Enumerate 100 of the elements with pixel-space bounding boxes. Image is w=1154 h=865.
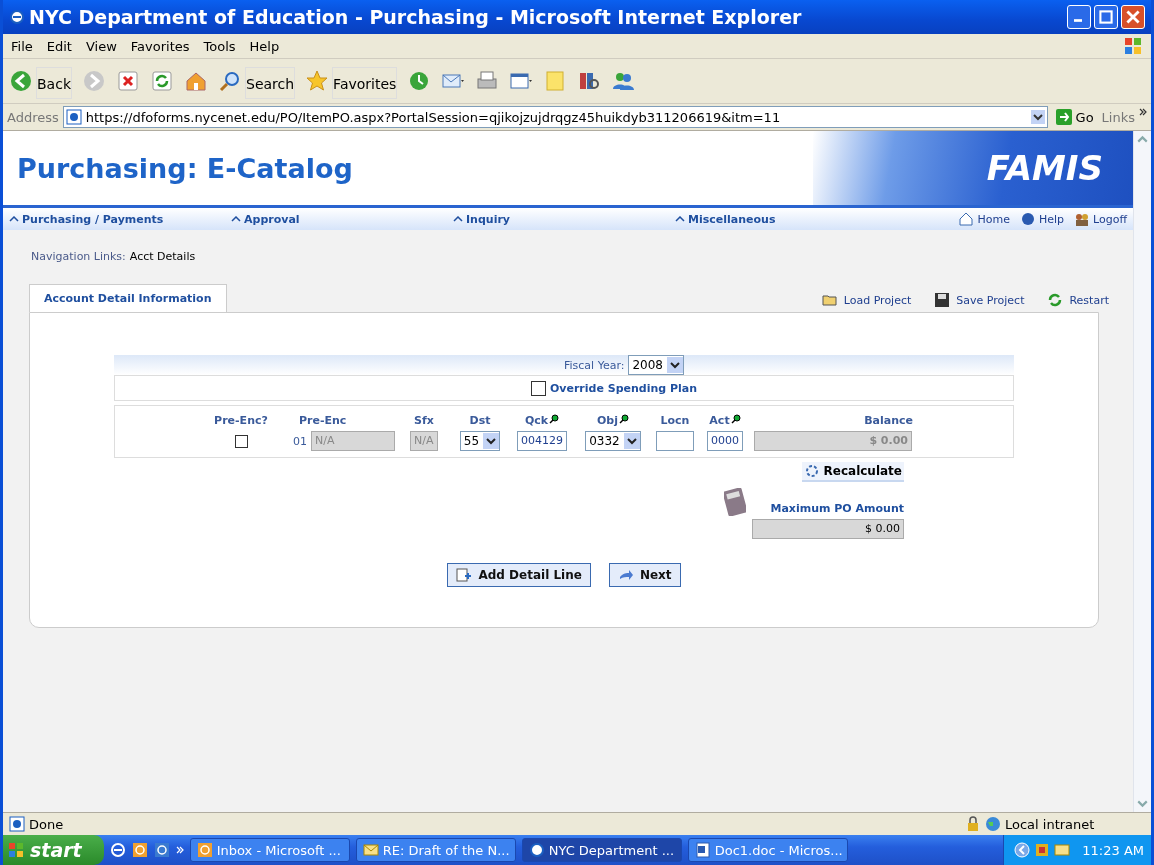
nav-menu-item[interactable]: Purchasing / Payments (22, 212, 164, 226)
page-icon (9, 816, 25, 832)
fiscal-year-label: Fiscal Year: (564, 358, 625, 372)
document-icon (694, 842, 711, 858)
menu-item[interactable]: Edit (46, 38, 72, 54)
windows-logo-icon (1123, 36, 1143, 56)
column-header: Locn (659, 414, 691, 427)
go-button[interactable]: Go (1051, 109, 1098, 125)
save-project-link[interactable]: Save Project (933, 292, 1025, 312)
utility-link[interactable]: Home (958, 211, 1010, 227)
taskbar-button[interactable]: Doc1.doc - Micros... (687, 838, 848, 862)
start-button[interactable]: start (3, 835, 104, 865)
breadcrumb-label: Navigation Links: (31, 250, 126, 265)
column-header: Pre-Enc (298, 414, 348, 427)
minimize-icon (1074, 19, 1082, 22)
star-icon (305, 69, 330, 93)
refresh-icon (150, 69, 174, 93)
envelope-icon (362, 842, 379, 858)
recalculate-button[interactable]: Recalculate (801, 462, 904, 482)
menu-item[interactable]: View (85, 38, 117, 54)
menu-item[interactable]: Tools (203, 38, 236, 54)
status-text: Done (29, 816, 64, 832)
locn-field[interactable] (656, 431, 694, 451)
fiscal-year-select[interactable]: 2008 (628, 355, 684, 375)
envelope-icon[interactable] (1054, 842, 1071, 858)
security-zone: Local intranet (1005, 816, 1096, 832)
chevron-icon[interactable] (1139, 108, 1147, 116)
nav-menu-item[interactable]: Miscellaneous (688, 212, 776, 226)
back-button[interactable]: Back (7, 61, 74, 101)
close-icon (1126, 10, 1140, 24)
taskbar-button[interactable]: NYC Department ... (521, 838, 682, 862)
links-label[interactable]: Links (1101, 109, 1135, 125)
clock-icon[interactable] (131, 842, 148, 858)
load-project-link[interactable]: Load Project (820, 292, 912, 312)
balance-field: $ 0.00 (754, 431, 912, 451)
taskbar-button[interactable]: Inbox - Microsoft ... (189, 838, 350, 862)
add-line-icon (456, 567, 473, 583)
column-header: Sfx (413, 414, 435, 427)
dst-select[interactable]: 55 (459, 431, 501, 451)
column-header: Obj (577, 414, 649, 427)
column-header: Act (701, 414, 749, 427)
dropdown-icon (483, 433, 500, 449)
clock-icon (196, 842, 213, 858)
restart-project-link[interactable]: Restart (1046, 292, 1109, 312)
nav-menu-item[interactable]: Inquiry (466, 212, 510, 226)
caret-icon (675, 216, 685, 222)
line-number: 01 (293, 434, 307, 448)
recalculate-icon (803, 463, 820, 479)
scrollbar[interactable] (1133, 131, 1151, 812)
stop-icon (116, 69, 140, 93)
add-detail-line-button[interactable]: Add Detail Line (447, 563, 591, 587)
globe-icon (985, 816, 1001, 832)
home-icon (958, 211, 975, 227)
lock-icon (965, 816, 981, 832)
qck-field[interactable]: 004129 (517, 431, 567, 451)
column-header: Balance (863, 414, 913, 427)
menu-item[interactable]: Help (249, 38, 280, 54)
tab[interactable]: Account Detail Information (29, 284, 227, 312)
max-po-label: Maximum PO Amount (770, 502, 904, 515)
dropdown-icon (667, 357, 683, 373)
menu-item[interactable]: File (11, 38, 33, 54)
maximize-button[interactable] (1094, 5, 1118, 29)
dropdown-icon (1030, 110, 1045, 124)
maximize-icon (1099, 10, 1113, 24)
calculator-icon (724, 488, 746, 516)
act-field[interactable]: 0000 (707, 431, 743, 451)
people-icon (1074, 211, 1091, 227)
caret-icon (231, 216, 241, 222)
caret-icon (9, 216, 19, 222)
help-icon (1019, 211, 1036, 227)
minimize-button[interactable] (1067, 5, 1091, 29)
column-header: Pre-Enc? (213, 414, 269, 427)
chevron-left-icon[interactable] (1014, 842, 1031, 858)
logo: FAMIS (986, 148, 1103, 188)
utility-link[interactable]: Help (1019, 211, 1065, 227)
folder-icon (820, 292, 839, 308)
nav-menu-item[interactable]: Approval (244, 212, 300, 226)
right-arrow-icon (1055, 109, 1072, 125)
address-label: Address (7, 109, 59, 125)
obj-select[interactable]: 0332 (585, 431, 641, 451)
address-field[interactable]: https://dfoforms.nycenet.edu/PO/ItemPO.aspx?PortalSession=qjikojzujdrqgz45huikdyb311206619&itm=11 (62, 106, 1048, 128)
taskbar-button[interactable]: RE: Draft of the N... (355, 838, 516, 862)
dropdown-icon (623, 433, 640, 449)
breadcrumb-link[interactable]: Acct Details (129, 250, 196, 280)
window-title: NYC Department of Education - Purchasing - Microsoft Internet Explorer (29, 6, 803, 28)
windows-logo-icon (8, 842, 24, 858)
search-button[interactable]: Search (216, 61, 298, 101)
override-checkbox[interactable] (530, 380, 546, 396)
menu-item[interactable]: Favorites (130, 38, 190, 54)
page-icon (65, 109, 82, 125)
clock: 11:23 AM (1082, 842, 1144, 858)
next-button[interactable]: Next (608, 563, 681, 587)
pre-enc-checkbox[interactable] (234, 434, 248, 448)
max-po-field: $ 0.00 (752, 519, 904, 539)
page-title: Purchasing: E-Catalog (16, 152, 354, 184)
caret-icon (453, 216, 463, 222)
close-button[interactable] (1121, 5, 1145, 29)
column-header: Dst (468, 414, 492, 427)
override-label: Override Spending Plan (549, 381, 698, 395)
utility-link[interactable]: Logoff (1074, 211, 1127, 227)
